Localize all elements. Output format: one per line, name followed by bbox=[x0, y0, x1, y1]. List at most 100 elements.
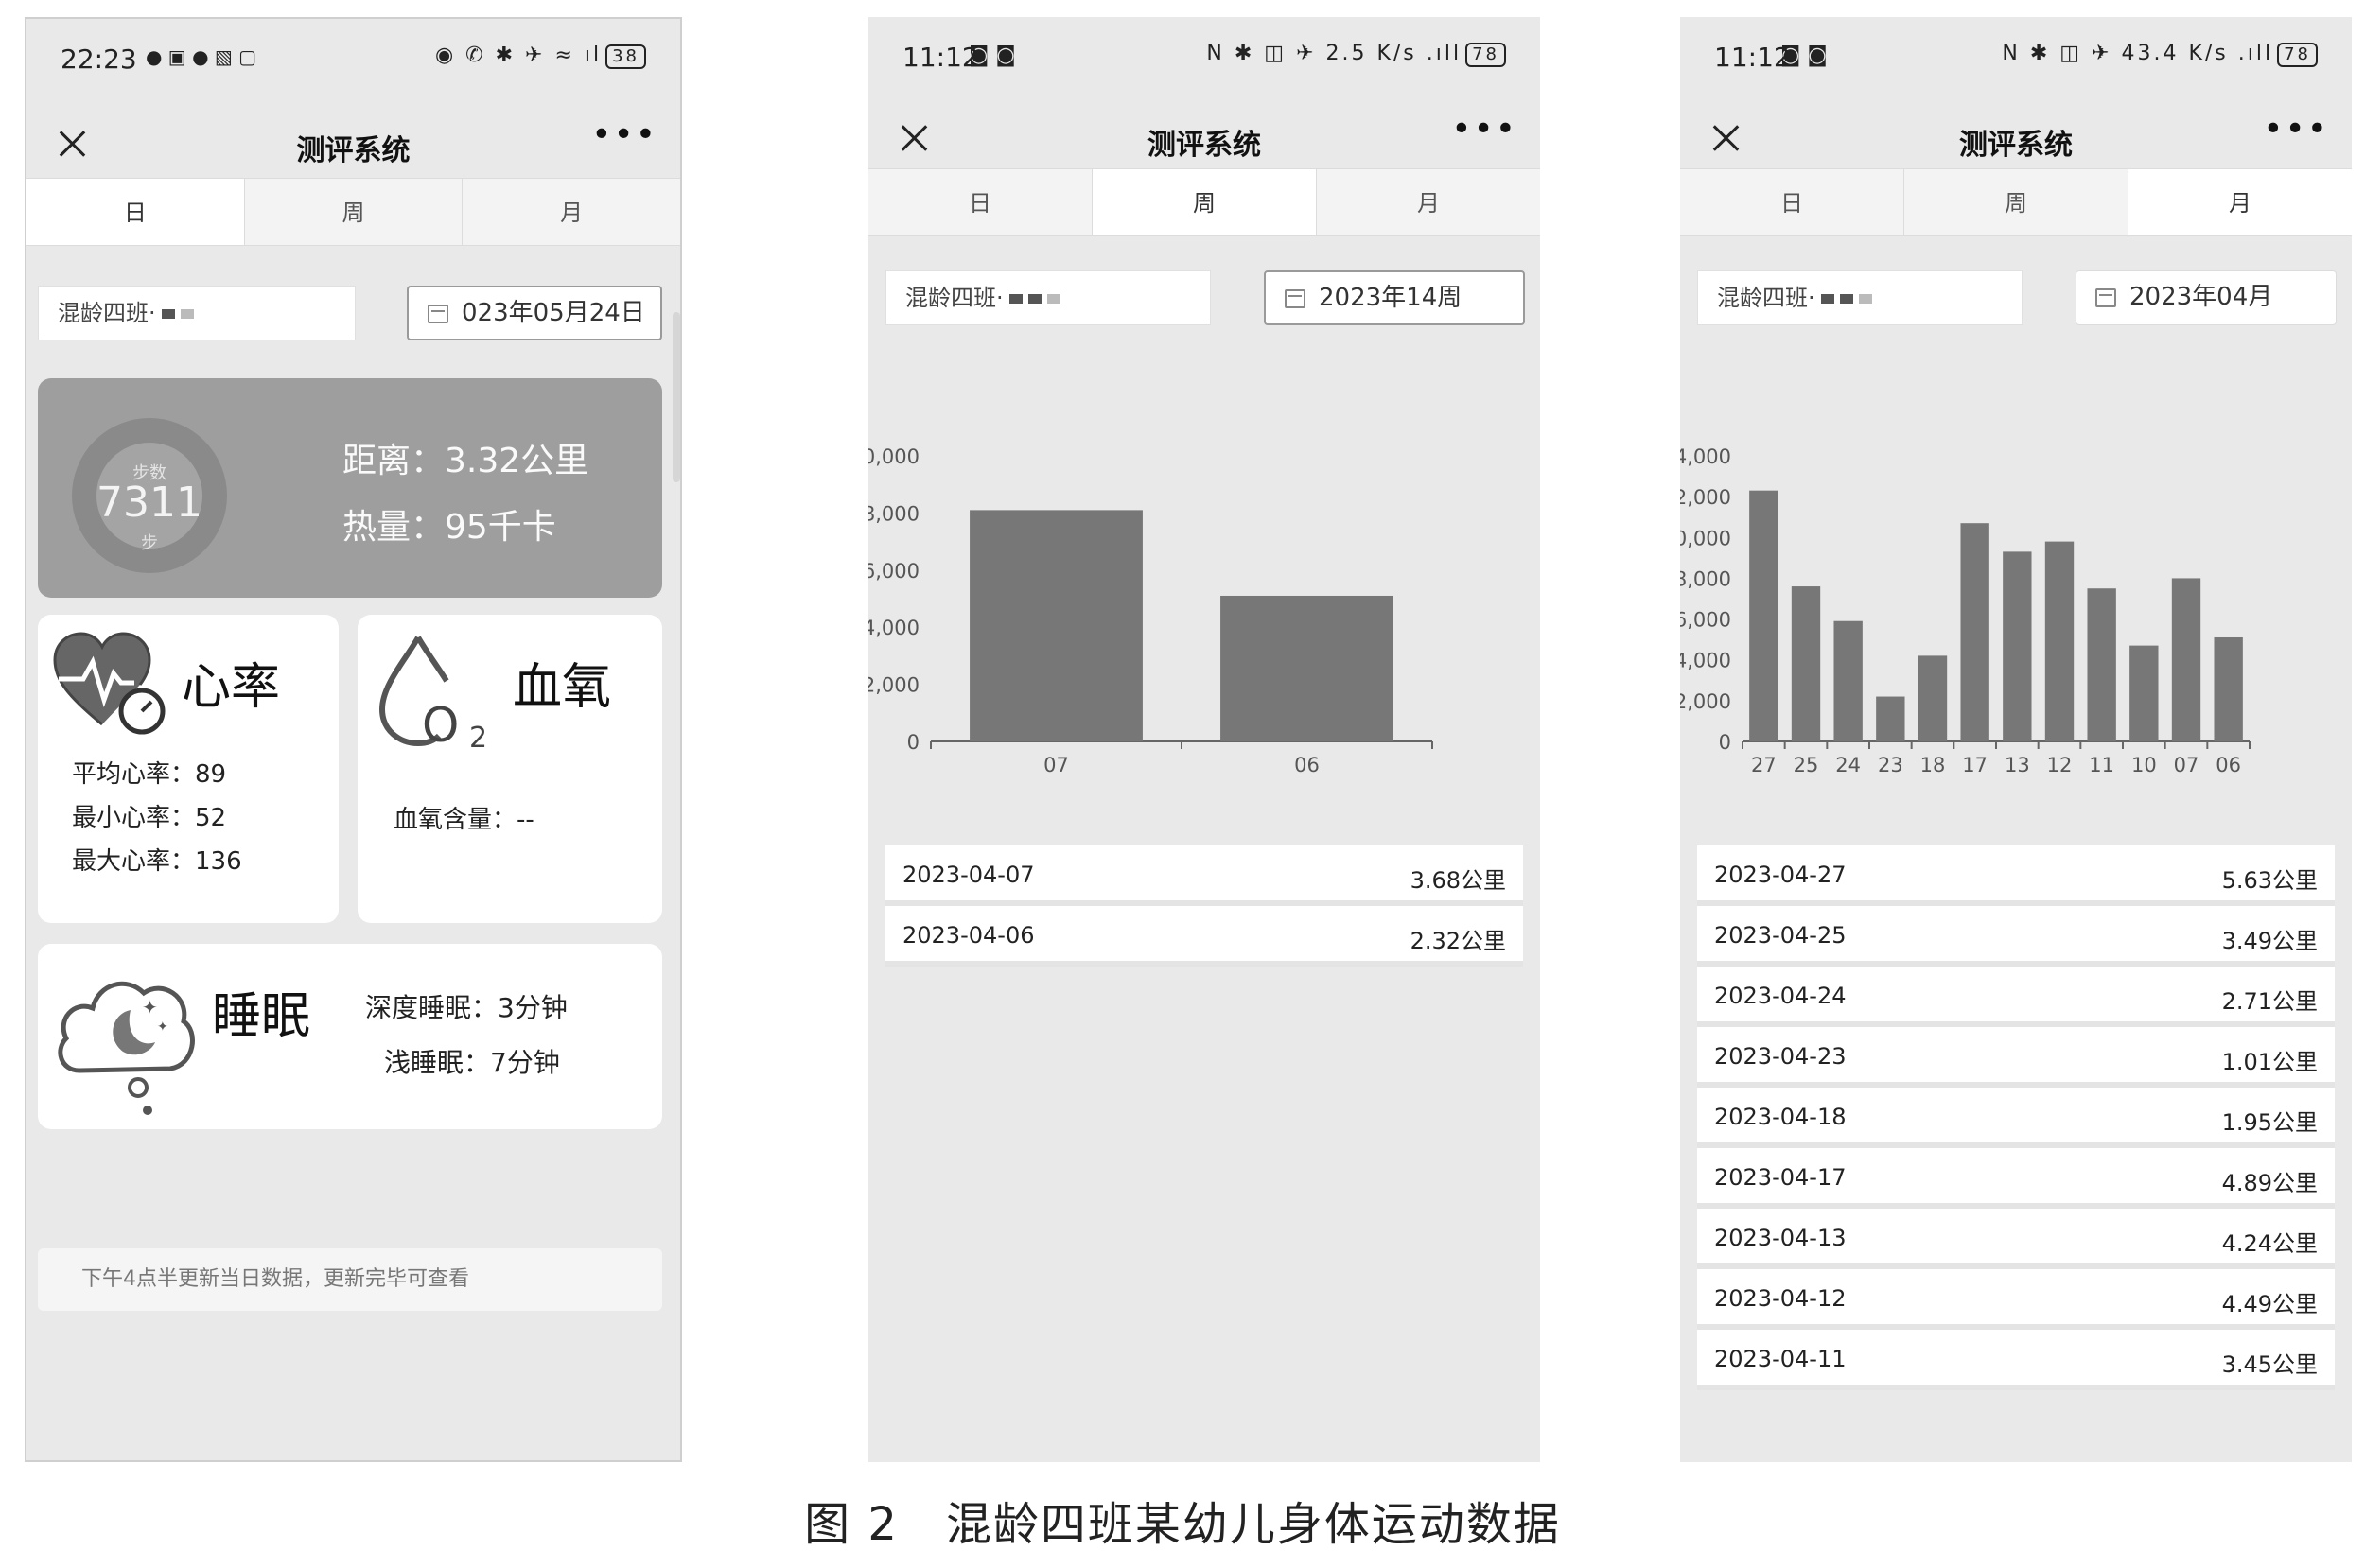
status-bar: 22:23 ● ▣ ● ▧ ▢ ◉ ✆ ✱ ✈ ≈ ıl 38 bbox=[26, 19, 680, 104]
tab-day[interactable]: 日 bbox=[26, 179, 245, 245]
list-item-date: 2023-04-07 bbox=[902, 862, 1035, 888]
list-item[interactable]: 2023-04-24 2.71公里 bbox=[1697, 967, 2335, 1027]
y-tick-label: 8,000 bbox=[868, 502, 920, 525]
bar-07[interactable] bbox=[970, 510, 1143, 741]
list-item-distance: 4.89公里 bbox=[2221, 1170, 2318, 1196]
tab-month[interactable]: 月 bbox=[463, 179, 680, 245]
list-item[interactable]: 2023-04-13 4.24公里 bbox=[1697, 1209, 2335, 1269]
week-picker[interactable]: 2023年14周 bbox=[1264, 270, 1525, 325]
more-options-icon[interactable]: ••• bbox=[591, 115, 657, 154]
x-tick-label: 17 bbox=[1962, 754, 1988, 776]
tab-day[interactable]: 日 bbox=[1680, 169, 1904, 235]
period-tabs: 日 周 月 bbox=[1680, 168, 2352, 236]
sleep-card[interactable]: ✦ ✦ 睡眠 深度睡眠：3分钟 浅睡眠：7分钟 bbox=[38, 944, 662, 1129]
sleep-title: 睡眠 bbox=[212, 988, 311, 1045]
scrollbar[interactable] bbox=[673, 312, 680, 482]
monthly-distance-list: 2023-04-27 5.63公里 2023-04-25 3.49公里 2023-04-… bbox=[1697, 845, 2335, 1390]
list-item-date: 2023-04-23 bbox=[1714, 1043, 1847, 1070]
class-selector[interactable]: 混龄四班· bbox=[38, 286, 356, 340]
x-tick-label: 24 bbox=[1835, 754, 1861, 776]
list-item-date: 2023-04-17 bbox=[1714, 1164, 1847, 1191]
status-notification-icons: ● ▣ ● ▧ ▢ bbox=[146, 45, 257, 68]
phone-month-view: 11:12 ◙ ◙ N ✱ ◫ ✈ 43.4 K/s .ıll 78 测评系统 •… bbox=[1680, 17, 2352, 1462]
heart-rate-title: 心率 bbox=[182, 659, 281, 716]
tab-month[interactable]: 月 bbox=[2128, 169, 2352, 235]
status-signal-icons: ◉ ✆ ✱ ✈ ≈ ıl bbox=[434, 44, 603, 67]
x-tick-label: 11 bbox=[2089, 754, 2114, 776]
x-tick-label: 07 bbox=[1043, 754, 1069, 776]
heart-rate-card[interactable]: 心率 平均心率：89 最小心率：52 最大心率：136 bbox=[38, 615, 339, 923]
tab-week[interactable]: 周 bbox=[245, 179, 464, 245]
y-tick-label: 0 bbox=[907, 731, 920, 754]
bar-07[interactable] bbox=[2171, 578, 2201, 741]
more-options-icon[interactable]: ••• bbox=[2263, 110, 2329, 148]
y-tick-label: 8,000 bbox=[1680, 567, 1731, 590]
status-time: 11:12 bbox=[1714, 42, 1791, 73]
max-heart-rate: 最大心率：136 bbox=[72, 847, 242, 876]
bar-25[interactable] bbox=[1791, 586, 1821, 741]
tab-day[interactable]: 日 bbox=[868, 169, 1093, 235]
class-selector[interactable]: 混龄四班· bbox=[1697, 270, 2023, 325]
period-tabs: 日 周 月 bbox=[26, 178, 680, 246]
list-item[interactable]: 2023-04-27 5.63公里 bbox=[1697, 845, 2335, 906]
redacted-name bbox=[180, 309, 194, 319]
battery-icon: 38 bbox=[605, 44, 646, 69]
bar-27[interactable] bbox=[1749, 490, 1778, 741]
tab-month[interactable]: 月 bbox=[1317, 169, 1540, 235]
bar-11[interactable] bbox=[2087, 588, 2116, 741]
bar-17[interactable] bbox=[1960, 523, 1989, 741]
bar-10[interactable] bbox=[2129, 645, 2159, 741]
list-item[interactable]: 2023-04-23 1.01公里 bbox=[1697, 1027, 2335, 1088]
tab-week[interactable]: 周 bbox=[1904, 169, 2128, 235]
redacted-name bbox=[1008, 294, 1023, 304]
bar-18[interactable] bbox=[1918, 655, 1948, 741]
y-tick-label: 0 bbox=[1719, 731, 1731, 754]
bar-13[interactable] bbox=[2003, 551, 2032, 741]
list-item-distance: 1.01公里 bbox=[2221, 1049, 2318, 1075]
list-item[interactable]: 2023-04-25 3.49公里 bbox=[1697, 906, 2335, 967]
list-item[interactable]: 2023-04-12 4.49公里 bbox=[1697, 1269, 2335, 1330]
redacted-name bbox=[1858, 294, 1872, 304]
x-tick-label: 06 bbox=[2216, 754, 2241, 776]
steps-value: 7311 bbox=[96, 479, 202, 527]
calendar-icon bbox=[1285, 289, 1305, 308]
list-item[interactable]: 2023-04-07 3.68公里 bbox=[885, 845, 1523, 906]
deep-sleep: 深度睡眠：3分钟 bbox=[365, 992, 568, 1023]
x-tick-label: 27 bbox=[1751, 754, 1777, 776]
bar-24[interactable] bbox=[1833, 620, 1863, 741]
monthly-distance-chart: 0 2,000 4,000 6,000 8,000 0,000 2,000 4,000 27 25… bbox=[1680, 445, 2251, 776]
blood-oxygen-card[interactable]: O 2 血氧 血氧含量：-- bbox=[358, 615, 662, 923]
steps-card: 步数 7311 步 距离：3.32公里 热量：95千卡 bbox=[38, 378, 662, 598]
svg-text:O: O bbox=[422, 698, 459, 753]
bar-06[interactable] bbox=[1220, 595, 1393, 741]
blood-oxygen-content: 血氧含量：-- bbox=[394, 806, 534, 834]
bar-12[interactable] bbox=[2044, 541, 2075, 741]
status-signal-icons: N ✱ ◫ ✈ 43.4 K/s .ıll bbox=[2002, 42, 2274, 65]
month-value: 2023年04月 bbox=[2129, 283, 2273, 311]
heart-rate-icon bbox=[53, 632, 166, 735]
bar-06[interactable] bbox=[2214, 636, 2243, 741]
list-item-distance: 3.49公里 bbox=[2221, 928, 2318, 954]
month-picker[interactable]: 2023年04月 bbox=[2076, 270, 2337, 325]
y-tick-label: 6,000 bbox=[1680, 609, 1731, 632]
list-item-distance: 4.24公里 bbox=[2221, 1230, 2318, 1257]
distance-text: 距离：3.32公里 bbox=[342, 442, 589, 480]
title-bar: 测评系统 ••• bbox=[26, 104, 680, 189]
list-item-date: 2023-04-25 bbox=[1714, 922, 1847, 949]
list-item-date: 2023-04-12 bbox=[1714, 1285, 1847, 1312]
date-picker[interactable]: 023年05月24日 bbox=[407, 286, 662, 340]
list-item[interactable]: 2023-04-17 4.89公里 bbox=[1697, 1148, 2335, 1209]
redacted-name bbox=[161, 309, 175, 319]
tab-week[interactable]: 周 bbox=[1093, 169, 1317, 235]
bar-23[interactable] bbox=[1876, 696, 1905, 741]
weekly-distance-chart: 0 2,000 4,000 6,000 8,000 0,000 07 06 bbox=[868, 445, 1433, 776]
class-selector[interactable]: 混龄四班· bbox=[885, 270, 1211, 325]
more-options-icon[interactable]: ••• bbox=[1451, 110, 1517, 148]
list-item[interactable]: 2023-04-11 3.45公里 bbox=[1697, 1330, 2335, 1390]
list-item[interactable]: 2023-04-06 2.32公里 bbox=[885, 906, 1523, 967]
x-tick-label: 06 bbox=[1294, 754, 1320, 776]
list-item[interactable]: 2023-04-18 1.95公里 bbox=[1697, 1088, 2335, 1148]
calories-text: 热量：95千卡 bbox=[342, 508, 556, 547]
y-tick-label: 6,000 bbox=[868, 560, 920, 583]
x-tick-label: 07 bbox=[2174, 754, 2199, 776]
